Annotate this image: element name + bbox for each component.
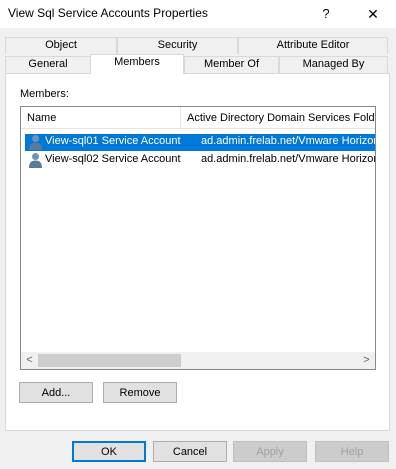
members-tab-panel: Members: Name Active Directory Domain Se… [5,73,390,431]
title-bar: View Sql Service Accounts Properties ? ✕ [0,0,396,28]
member-folder: ad.admin.frelab.net/Vmware Horizon View [201,153,375,165]
user-icon [29,135,42,150]
help-title-button[interactable]: ? [314,3,338,25]
member-name: View-sql02 Service Account [45,153,181,165]
tab-attribute-editor-label: Attribute Editor [276,39,350,51]
tab-security-label: Security [157,39,198,51]
list-item[interactable]: View-sql01 Service Account ad.admin.frel… [25,134,375,151]
column-header-folder[interactable]: Active Directory Domain Services Folder [181,107,375,129]
tab-security[interactable]: Security [117,37,238,54]
members-list[interactable]: Name Active Directory Domain Services Fo… [20,106,376,370]
scroll-right-button[interactable]: > [358,352,375,369]
remove-button[interactable]: Remove [103,382,177,403]
horizontal-scrollbar[interactable]: < > [21,352,375,369]
user-icon [29,153,42,168]
close-button[interactable]: ✕ [358,3,388,25]
cancel-button[interactable]: Cancel [153,441,227,462]
tab-attribute-editor[interactable]: Attribute Editor [238,37,388,54]
member-name: View-sql01 Service Account [45,135,181,147]
tab-general-label: General [28,58,68,70]
list-item[interactable]: View-sql02 Service Account ad.admin.frel… [25,152,375,169]
tab-member-of-label: Member Of [203,58,259,70]
members-label: Members: [20,88,69,100]
add-button[interactable]: Add... [19,382,93,403]
window-title: View Sql Service Accounts Properties [8,6,208,20]
tab-object-label: Object [45,39,77,51]
list-header: Name Active Directory Domain Services Fo… [21,107,375,129]
tab-members[interactable]: Members [90,54,184,74]
tab-general[interactable]: General [5,56,91,73]
tab-members-label: Members [114,56,160,68]
scroll-left-button[interactable]: < [21,352,38,369]
column-header-name[interactable]: Name [21,107,180,129]
member-folder: ad.admin.frelab.net/Vmware Horizon View [201,135,375,147]
tab-managed-by-label: Managed By [302,58,365,70]
tab-member-of[interactable]: Member Of [184,56,279,73]
tab-object[interactable]: Object [5,37,117,54]
tab-managed-by[interactable]: Managed By [279,56,388,73]
ok-button[interactable]: OK [72,441,146,462]
apply-button: Apply [233,441,307,462]
help-button: Help [315,441,389,462]
scroll-thumb[interactable] [38,354,181,367]
